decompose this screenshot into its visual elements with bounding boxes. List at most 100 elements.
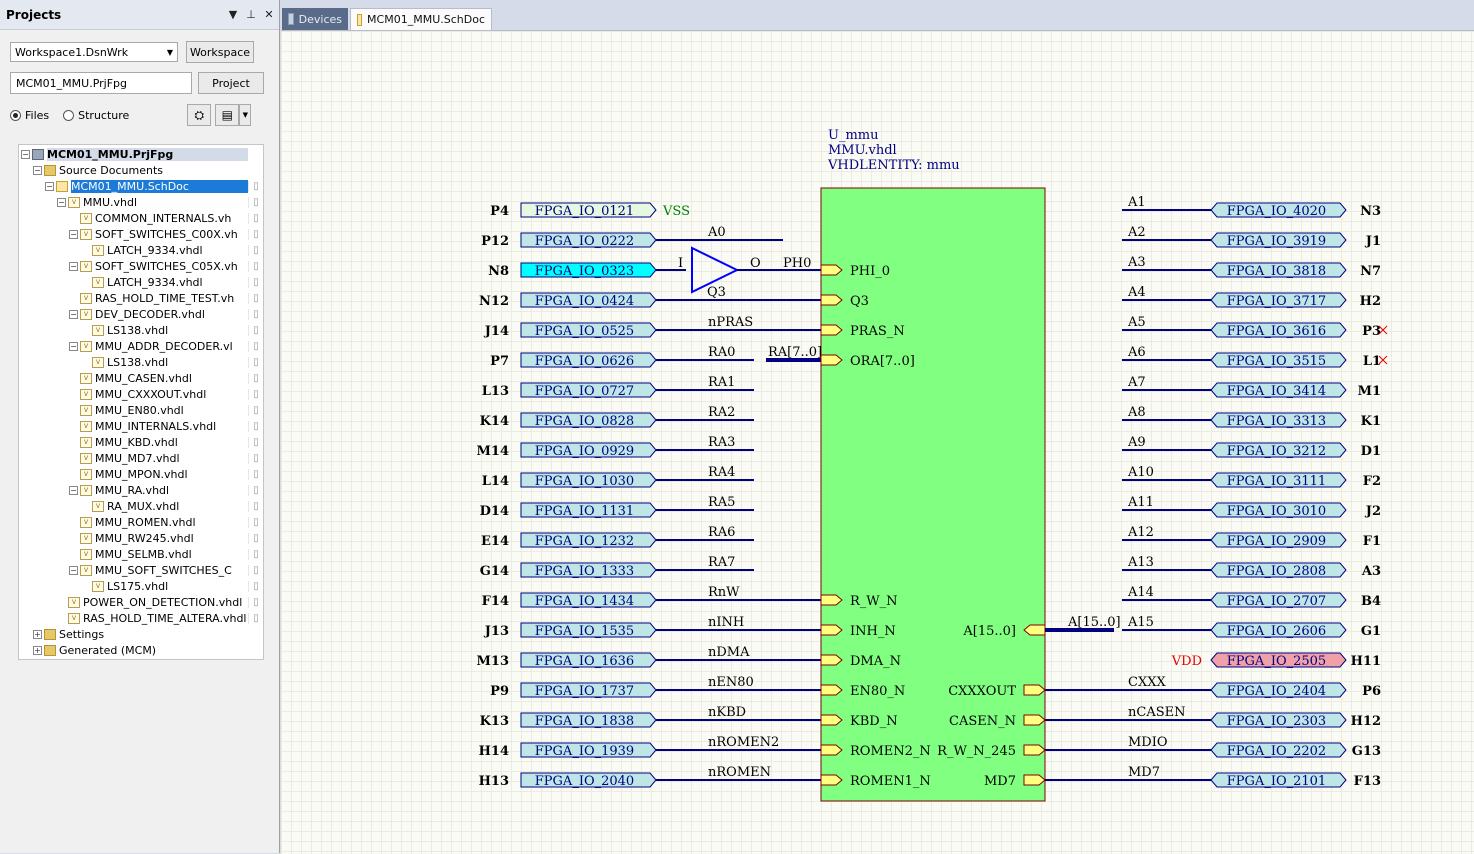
project-row: MCM01_MMU.PrjFpg Project [10, 72, 264, 94]
tree-item[interactable]: − MCM01_MMU.PrjFpg [19, 146, 263, 162]
tree-item-label: MMU_SELMB.vhdl [95, 547, 192, 561]
tree-item[interactable]: − V MMU_RA.vhdl ▯ [19, 482, 263, 498]
tree-item[interactable]: V MMU_MPON.vhdl ▯ [19, 466, 263, 482]
fpga-io-port-label: FPGA_IO_2202 [1227, 744, 1326, 759]
fpga-pin-label: M13 [477, 654, 509, 669]
component-designator: U_mmu [828, 128, 878, 143]
expand-icon[interactable]: + [33, 645, 42, 655]
tree-item[interactable]: − MCM01_MMU.SchDoc ▯ [19, 178, 263, 194]
project-tree[interactable]: − MCM01_MMU.PrjFpg − Source Documents − MCM01… [18, 144, 264, 660]
net-label: RnW [708, 585, 740, 600]
tree-item-label: MMU_ADDR_DECODER.vl [95, 339, 233, 353]
structure-radio-label: Structure [78, 108, 130, 122]
sheet-entry-label: R_W_N [850, 594, 898, 609]
tree-item[interactable]: V LS175.vhdl ▯ [19, 578, 263, 594]
tree-item[interactable]: V RA_MUX.vhdl ▯ [19, 498, 263, 514]
tree-item[interactable]: V LS138.vhdl ▯ [19, 322, 263, 338]
fpga-io-port-label: FPGA_IO_3616 [1227, 324, 1326, 339]
project-options-chevron-icon[interactable]: ▼ [239, 104, 252, 126]
tree-item[interactable]: V MMU_CXXXOUT.vhdl ▯ [19, 386, 263, 402]
tree-item[interactable]: V MMU_INTERNALS.vhdl ▯ [19, 418, 263, 434]
collapse-icon[interactable]: − [33, 165, 42, 175]
tree-item[interactable]: V COMMON_INTERNALS.vh ▯ [19, 210, 263, 226]
tree-item[interactable]: − V SOFT_SWITCHES_C05X.vh ▯ [19, 258, 263, 274]
workspace-combo[interactable]: Workspace1.DsnWrk ▼ [10, 42, 178, 62]
tree-item[interactable]: V MMU_ROMEN.vhdl ▯ [19, 514, 263, 530]
tab-devices[interactable]: Devices [282, 8, 348, 30]
schematic-canvas[interactable]: U_mmuMMU.vhdlVHDLENTITY: mmu P4 FPGA_IO_01… [281, 31, 1474, 854]
fpga-pin-label: H13 [479, 774, 509, 789]
vhdl-file-icon: V [80, 532, 92, 544]
structure-radio[interactable]: Structure [63, 109, 129, 122]
pin-icon[interactable]: ⊥ [243, 8, 259, 21]
tree-item[interactable]: + Settings [19, 626, 263, 642]
project-button[interactable]: Project [198, 72, 264, 94]
vhdl-file-icon: V [92, 276, 104, 288]
refresh-project-icon[interactable]: ⛭ [187, 104, 212, 126]
net-label: A14 [1127, 585, 1154, 600]
tree-item[interactable]: V RAS_HOLD_TIME_ALTERA.vhdl ▯ [19, 610, 263, 626]
tree-item[interactable]: V MMU_SELMB.vhdl ▯ [19, 546, 263, 562]
tree-item[interactable]: V RAS_HOLD_TIME_TEST.vh ▯ [19, 290, 263, 306]
fpga-io-port-label: FPGA_IO_0929 [535, 444, 634, 459]
document-icon: ▯ [248, 564, 263, 576]
tree-item[interactable]: + Generated (MCM) [19, 642, 263, 658]
schematic-doc-icon [357, 13, 363, 26]
collapse-icon[interactable]: − [69, 309, 78, 319]
project-options-icon[interactable]: ▤ [215, 104, 240, 126]
collapse-icon[interactable]: − [57, 197, 66, 207]
close-icon[interactable]: ✕ [261, 8, 277, 21]
files-radio[interactable]: Files [10, 109, 49, 122]
tree-item[interactable]: − Source Documents [19, 162, 263, 178]
collapse-icon[interactable]: − [69, 485, 78, 495]
tree-item[interactable]: − V SOFT_SWITCHES_C00X.vh ▯ [19, 226, 263, 242]
collapse-icon[interactable]: − [69, 341, 78, 351]
tree-item[interactable]: V MMU_EN80.vhdl ▯ [19, 402, 263, 418]
vhdl-file-icon: V [80, 388, 92, 400]
collapse-icon[interactable]: − [69, 565, 78, 575]
document-icon: ▯ [248, 228, 263, 240]
vhdl-file-icon: V [80, 340, 92, 352]
net-label: RA1 [708, 375, 735, 390]
project-field[interactable]: MCM01_MMU.PrjFpg [10, 72, 192, 94]
schematic-sheet[interactable]: U_mmu MMU.vhdl VHDLENTITY: mmu P4 FPGA_IO_01… [281, 30, 1474, 854]
tree-item[interactable]: V LATCH_9334.vhdl ▯ [19, 242, 263, 258]
tree-item[interactable]: V LS138.vhdl ▯ [19, 354, 263, 370]
fpga-io-port-label: FPGA_IO_1232 [535, 534, 634, 549]
tree-item[interactable]: − V DEV_DECODER.vhdl ▯ [19, 306, 263, 322]
tree-item[interactable]: − V MMU_ADDR_DECODER.vl ▯ [19, 338, 263, 354]
net-label: A13 [1127, 555, 1154, 570]
net-label: nEN80 [708, 675, 754, 690]
tree-item[interactable]: − V MMU.vhdl ▯ [19, 194, 263, 210]
fpga-pin-label: K14 [480, 414, 509, 429]
collapse-icon[interactable]: − [45, 181, 54, 191]
document-icon: ▯ [248, 404, 263, 416]
document-icon: ▯ [248, 436, 263, 448]
net-label: RA2 [708, 405, 735, 420]
fpga-pin-label: N12 [479, 294, 509, 309]
collapse-icon[interactable]: − [21, 149, 30, 159]
tab-schdoc[interactable]: MCM01_MMU.SchDoc [350, 8, 492, 30]
net-label: A5 [1127, 315, 1146, 330]
tree-item-label: LS138.vhdl [107, 323, 169, 337]
collapse-icon[interactable]: − [69, 261, 78, 271]
tree-item[interactable]: V MMU_KBD.vhdl ▯ [19, 434, 263, 450]
tree-item[interactable]: V LATCH_9334.vhdl ▯ [19, 274, 263, 290]
tree-item[interactable]: − V MMU_SOFT_SWITCHES_C ▯ [19, 562, 263, 578]
fpga-io-port-label: FPGA_IO_2040 [535, 774, 634, 789]
net-label: A4 [1127, 285, 1146, 300]
vhdl-file-icon: V [68, 196, 80, 208]
expand-icon[interactable]: + [33, 629, 42, 639]
tree-item[interactable]: V MMU_CASEN.vhdl ▯ [19, 370, 263, 386]
workspace-button[interactable]: Workspace [186, 41, 254, 63]
document-icon: ▯ [248, 516, 263, 528]
tree-item[interactable]: V MMU_RW245.vhdl ▯ [19, 530, 263, 546]
panel-menu-icon[interactable]: ▼ [225, 8, 241, 21]
fpga-io-port-label: FPGA_IO_1939 [535, 744, 634, 759]
net-label: MDIO [1128, 735, 1168, 750]
tree-item[interactable]: V POWER_ON_DETECTION.vhdl ▯ [19, 594, 263, 610]
collapse-icon[interactable]: − [69, 229, 78, 239]
fpga-pin-label: M14 [477, 444, 509, 459]
tree-item[interactable]: V MMU_MD7.vhdl ▯ [19, 450, 263, 466]
fpga-pin-label: P4 [490, 204, 509, 219]
